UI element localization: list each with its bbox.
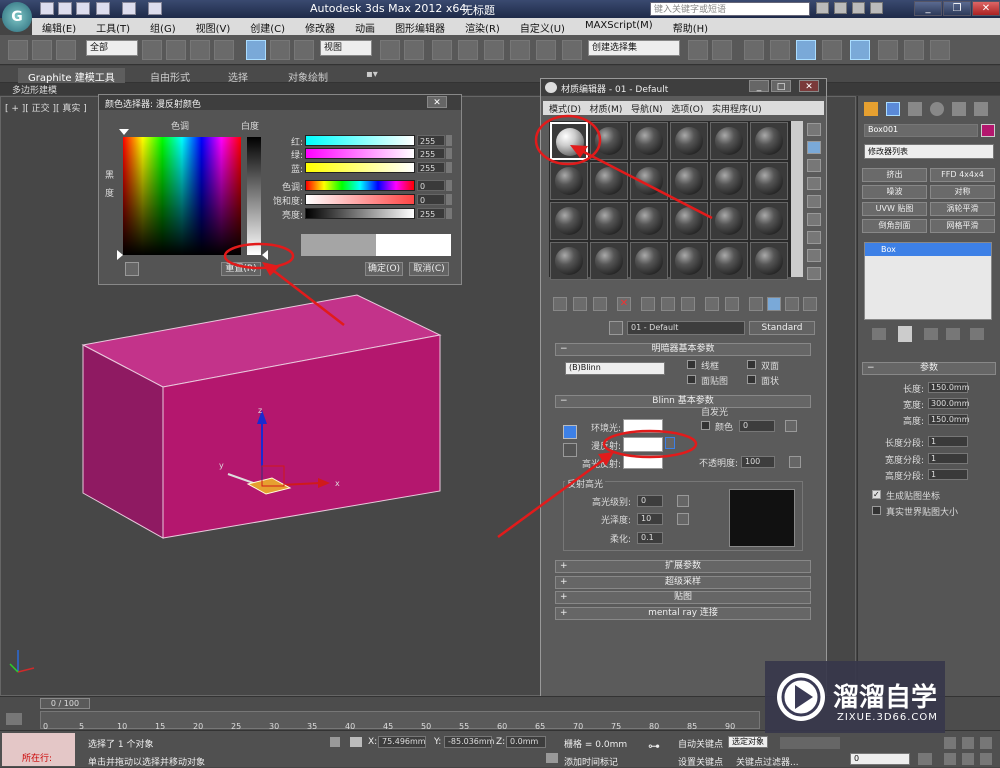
key-filters-button[interactable]: 关键点过滤器... (736, 755, 799, 768)
tutorial-annotations (223, 114, 713, 539)
zoom-extents-icon[interactable] (980, 737, 992, 749)
display-tab-icon[interactable] (952, 102, 966, 116)
selected-object-dropdown[interactable]: 选定对象 (728, 736, 768, 748)
orbit-icon[interactable] (962, 753, 974, 765)
gen-map-coords-label: 生成贴图坐标 (886, 492, 941, 502)
params-rollout-header[interactable]: − 参数 (862, 362, 996, 375)
symmetry-button[interactable]: 对称 (930, 185, 995, 199)
ffd-button[interactable]: FFD 4x4x4 (930, 168, 995, 182)
length-label: 长度: (902, 385, 924, 395)
utilities-tab-icon[interactable] (974, 102, 988, 116)
annotation-arrow-2 (579, 148, 713, 220)
z-label: Z: (496, 737, 506, 747)
track-bar[interactable]: 0 5 10 15 20 25 30 35 40 45 50 55 60 65 … (40, 711, 760, 731)
status-bar: 所在行: 选择了 1 个对象 单击并拖动以选择并移动对象 X: 75.496mm… (0, 730, 1000, 768)
object-color-swatch[interactable] (981, 124, 995, 137)
gen-map-coords-checkbox[interactable]: ✓ (872, 490, 881, 499)
watermark: 溜溜自学 ZIXUE.3D66.COM (765, 661, 945, 733)
annotation-arrowhead-3 (598, 452, 614, 466)
annotation-circle-diffuse (602, 429, 698, 459)
bevel-profile-button[interactable]: 倒角剖面 (862, 219, 927, 233)
meshsmooth-button[interactable]: 网格平滑 (930, 219, 995, 233)
zoom-icon[interactable] (944, 737, 956, 749)
add-time-tag[interactable]: 添加时间标记 (564, 755, 618, 768)
height-segs-field[interactable]: 1 (928, 469, 968, 480)
selection-lock-icon[interactable] (330, 737, 340, 747)
maxscript-listener[interactable]: 所在行: (2, 733, 75, 766)
noise-button[interactable]: 噪波 (862, 185, 927, 199)
mini-curve-editor-icon[interactable] (6, 713, 22, 725)
annotation-circle-sample-slot (534, 114, 602, 166)
configure-modifier-sets-icon[interactable] (970, 328, 984, 340)
x-coord-field[interactable]: 75.496mm (378, 736, 426, 748)
time-slider[interactable]: 0 / 100 (40, 698, 90, 709)
width-segs-field[interactable]: 1 (928, 453, 968, 464)
create-tab-icon[interactable] (864, 102, 878, 116)
object-name-field[interactable]: Box001 (864, 124, 978, 137)
prompt-line: 单击并拖动以选择并移动对象 (88, 758, 206, 768)
annotation-arrow-1 (269, 267, 345, 326)
height-segs-label: 高度分段: (884, 472, 924, 482)
make-unique-stack-icon[interactable] (924, 328, 938, 340)
pin-stack-icon[interactable] (872, 328, 886, 340)
uvw-map-button[interactable]: UVW 贴图 (862, 202, 927, 216)
set-key-icon[interactable]: ⊶ (648, 740, 668, 752)
playback-controls[interactable] (780, 737, 840, 749)
y-label: Y: (434, 737, 442, 747)
time-config-icon[interactable] (918, 753, 932, 765)
annotation-arrow-3 (497, 456, 607, 539)
maximize-viewport-icon[interactable] (980, 753, 992, 765)
command-panel: Box001 修改器列表 挤出 FFD 4x4x4 噪波 对称 UVW 贴图 涡… (857, 96, 1000, 696)
absolute-mode-icon[interactable] (350, 737, 362, 747)
modifier-list-dropdown[interactable]: 修改器列表 (864, 144, 994, 159)
height-label: 高度: (902, 417, 924, 427)
real-world-checkbox[interactable] (872, 506, 881, 515)
zoom-all-icon[interactable] (962, 737, 974, 749)
remove-modifier-icon[interactable] (946, 328, 960, 340)
width-field[interactable]: 300.0mm (928, 398, 970, 409)
y-coord-field[interactable]: -85.036mm (444, 736, 494, 748)
turbosmooth-button[interactable]: 涡轮平滑 (930, 202, 995, 216)
height-field[interactable]: 150.0mm (928, 414, 970, 425)
params-title: 参数 (919, 363, 938, 373)
hierarchy-tab-icon[interactable] (908, 102, 922, 116)
length-segs-label: 长度分段: (884, 439, 924, 449)
watermark-logo-icon (777, 673, 825, 721)
modify-tab-icon[interactable] (886, 102, 900, 116)
set-key-button[interactable]: 设置关键点 (678, 755, 723, 768)
x-label: X: (368, 737, 378, 747)
show-end-result-toggle-icon[interactable] (898, 326, 912, 342)
extrude-button[interactable]: 挤出 (862, 168, 927, 182)
stack-item-box[interactable]: Box (865, 243, 991, 256)
annotation-circle-whiteness (223, 242, 295, 270)
watermark-title: 溜溜自学 (833, 683, 938, 713)
selection-status: 选择了 1 个对象 (88, 740, 154, 750)
maxscript-line-label: 所在行: (22, 754, 53, 764)
watermark-subtitle: ZIXUE.3D66.COM (837, 712, 938, 723)
width-segs-label: 宽度分段: (884, 456, 924, 466)
length-segs-field[interactable]: 1 (928, 436, 968, 447)
current-frame-field[interactable]: 0 (850, 753, 910, 765)
grid-size: 栅格 = 0.0mm (564, 740, 628, 750)
length-field[interactable]: 150.0mm (928, 382, 970, 393)
z-coord-field[interactable]: 0.0mm (506, 736, 546, 748)
time-tag-icon[interactable] (546, 753, 558, 763)
real-world-label: 真实世界贴图大小 (886, 508, 959, 518)
auto-key-button[interactable]: 自动关键点 (678, 737, 723, 750)
modifier-stack: Box (864, 242, 992, 320)
pan-icon[interactable] (944, 753, 956, 765)
width-label: 宽度: (902, 401, 924, 411)
motion-tab-icon[interactable] (930, 102, 944, 116)
